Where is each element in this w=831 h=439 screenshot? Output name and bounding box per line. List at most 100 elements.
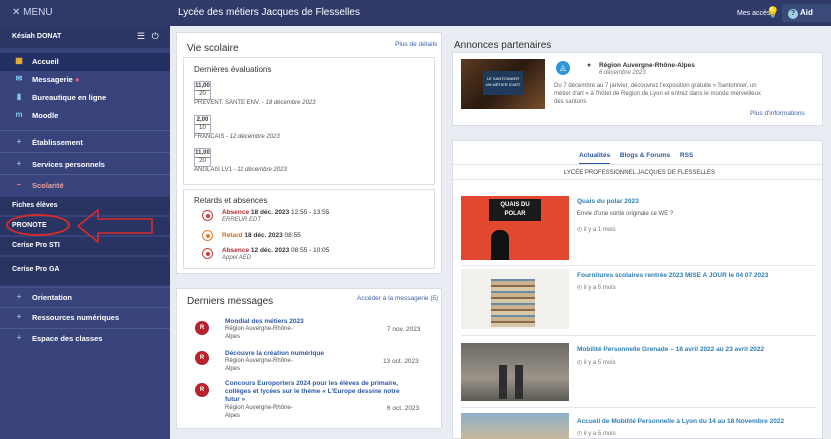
message-title[interactable]: Découvre la création numérique xyxy=(225,350,324,357)
sidebar-item-label: Bureautique en ligne xyxy=(32,93,107,102)
sidebar-item-label: Moodle xyxy=(32,111,59,120)
annonce-card: LE SANTONNIER UN MÉTIER D'ART ◬ ● Région … xyxy=(452,52,823,126)
top-bar: ✕ MENU Lycée des métiers Jacques de Fles… xyxy=(0,0,831,26)
sub-item-label: Cerise Pro STI xyxy=(12,242,60,249)
news-title[interactable]: Quais du polar 2023 xyxy=(577,198,639,205)
help-icon: ? xyxy=(788,9,798,19)
news-title[interactable]: Accueil de Mobilité Personnelle à Lyon d… xyxy=(577,418,784,425)
annonce-text: Du 7 décembre au 7 janvier, découvrez l'… xyxy=(554,83,757,89)
polar-logo: QUAIS DU POLAR xyxy=(489,199,541,221)
sidebar-section-etablissement[interactable]: + Établissement xyxy=(0,134,170,152)
retard-entry[interactable]: Absence 18 déc. 2023 12:55 - 13:55 ERREUR… xyxy=(222,209,329,223)
grade-box[interactable]: 11,00 20 xyxy=(194,81,211,100)
message-sender: Alpes xyxy=(225,334,241,340)
sidebar-section-label: Scolarité xyxy=(32,181,64,190)
sidebar-item-messagerie[interactable]: ✉ Messagerie ● xyxy=(0,71,170,89)
messagerie-link[interactable]: Accéder à la messagerie (5) xyxy=(357,295,438,302)
help-label: Aid xyxy=(800,8,813,17)
news-divider xyxy=(461,335,816,336)
plus-icon: + xyxy=(16,292,22,301)
minus-icon: – xyxy=(16,180,22,189)
grade-scale: 20 xyxy=(195,90,210,98)
message-sender: Région Auvergne-Rhône- xyxy=(225,358,293,364)
sidebar-section-orientation[interactable]: + Orientation xyxy=(0,289,170,307)
messages-card: Derniers messages Accéder à la messageri… xyxy=(176,288,442,429)
annonce-date: 6 décembre 2023 xyxy=(599,70,646,76)
annonce-image[interactable]: LE SANTONNIER UN MÉTIER D'ART xyxy=(461,59,545,109)
news-time: ◴ il y a 5 mois xyxy=(577,285,616,291)
message-date: 6 oct. 2023 xyxy=(387,405,420,412)
tab-blogs[interactable]: Blogs & Forums xyxy=(620,152,670,159)
news-thumbnail[interactable] xyxy=(461,413,569,439)
sidebar-item-moodle[interactable]: m Moodle xyxy=(0,107,170,125)
settings-sliders-icon[interactable]: ☰ xyxy=(137,31,145,41)
retard-entry[interactable]: Retard 18 déc. 2023 08:55 xyxy=(222,232,301,239)
news-tabs: Actualités Blogs & Forums RSS xyxy=(579,152,693,164)
news-source: LYCÉE PROFESSIONNEL JACQUES DE FLESSELLE… xyxy=(564,170,716,176)
news-title[interactable]: Fournitures scolaires rentrée 2023 MISE … xyxy=(577,272,768,279)
region-logo-icon: ◬ xyxy=(556,61,570,75)
user-name: Késiah DONAT xyxy=(12,33,62,40)
annonce-text: des santons xyxy=(554,99,587,105)
message-sender: Alpes xyxy=(225,413,241,419)
vie-scolaire-title: Vie scolaire xyxy=(187,43,239,54)
source-divider xyxy=(453,179,824,180)
grade-box[interactable]: 11,00 20 xyxy=(194,148,211,167)
sidebar-divider xyxy=(0,152,170,153)
news-thumbnail[interactable] xyxy=(461,343,569,401)
retards-panel: Retards et absences Absence 18 déc. 2023… xyxy=(183,189,435,269)
news-thumbnail[interactable] xyxy=(461,269,569,329)
evaluations-title: Dernières évaluations xyxy=(194,65,272,74)
grade-value: 11,00 xyxy=(195,83,210,89)
help-button[interactable]: ? Aid xyxy=(782,4,831,22)
plus-icon: + xyxy=(16,159,22,168)
message-title[interactable]: collèges et lycées sur le thème « L'Euro… xyxy=(225,388,400,395)
sidebar-item-accueil[interactable]: ▦ Accueil xyxy=(0,53,170,71)
sidebar-sub-cerise-ga[interactable]: Cerise Pro GA xyxy=(0,257,170,285)
grade-meta: PREVENT. SANTE ENV. - 18 décembre 2023 xyxy=(194,100,316,106)
plus-icon: + xyxy=(16,333,22,342)
tab-actualites[interactable]: Actualités xyxy=(579,152,611,164)
grade-meta: FRANCAIS - 12 décembre 2023 xyxy=(194,134,280,140)
tab-rss[interactable]: RSS xyxy=(680,152,693,159)
lightbulb-icon[interactable]: 💡 xyxy=(766,6,780,19)
grade-box[interactable]: 2,00 10 xyxy=(194,115,211,134)
annonces-title: Annonces partenaires xyxy=(454,40,552,51)
books-stack xyxy=(491,279,535,327)
clock-icon: ◴ xyxy=(577,285,583,291)
menu-toggle-button[interactable]: ✕ MENU xyxy=(12,7,53,18)
message-sender: Région Auvergne-Rhône- xyxy=(225,405,293,411)
sidebar-divider xyxy=(0,328,170,329)
news-card: Actualités Blogs & Forums RSS LYCÉE PROF… xyxy=(452,140,824,439)
retard-icon xyxy=(202,230,213,241)
sidebar-section-ressources[interactable]: + Ressources numériques xyxy=(0,309,170,327)
avatar: R xyxy=(195,321,209,335)
more-info-link[interactable]: Plus d'informations xyxy=(750,110,805,117)
annonce-text: métier d'art » à l'hôtel de Région de Ly… xyxy=(554,91,761,97)
sidebar-divider xyxy=(0,287,170,288)
avatar: R xyxy=(195,383,209,397)
site-title: Lycée des métiers Jacques de Flesselles xyxy=(178,7,360,18)
news-title[interactable]: Mobilité Personnelle Grenade – 18 avril … xyxy=(577,346,764,353)
person-figure xyxy=(499,365,507,399)
tabs-divider xyxy=(453,164,824,165)
sidebar-item-bureautique[interactable]: ▮ Bureautique en ligne xyxy=(0,89,170,107)
message-title[interactable]: futur » xyxy=(225,396,245,403)
sidebar-section-espace-classes[interactable]: + Espace des classes xyxy=(0,330,170,348)
power-icon[interactable]: ⏻ xyxy=(152,31,159,41)
poster-label: LE SANTONNIER UN MÉTIER D'ART xyxy=(483,71,523,95)
mail-icon: ✉ xyxy=(15,74,23,83)
grade-value: 2,00 xyxy=(196,117,209,123)
annonce-org: Région Auvergne-Rhône-Alpes xyxy=(599,62,695,69)
sidebar-item-label: Messagerie ● xyxy=(32,75,80,84)
message-title[interactable]: Mondial des métiers 2023 xyxy=(225,318,304,325)
sidebar-section-services[interactable]: + Services personnels xyxy=(0,156,170,174)
details-link[interactable]: Plus de détails xyxy=(395,41,437,48)
sidebar-section-scolarite[interactable]: – Scolarité xyxy=(0,177,170,195)
news-thumbnail[interactable]: QUAIS DU POLAR xyxy=(461,196,569,260)
grade-scale: 10 xyxy=(195,124,210,132)
clock-icon: ◴ xyxy=(577,360,583,366)
message-title[interactable]: Concours Europorters 2024 pour les élève… xyxy=(225,380,398,387)
plus-icon: + xyxy=(16,312,22,321)
retard-entry[interactable]: Absence 12 déc. 2023 08:55 - 10:05 Appel … xyxy=(222,247,329,261)
